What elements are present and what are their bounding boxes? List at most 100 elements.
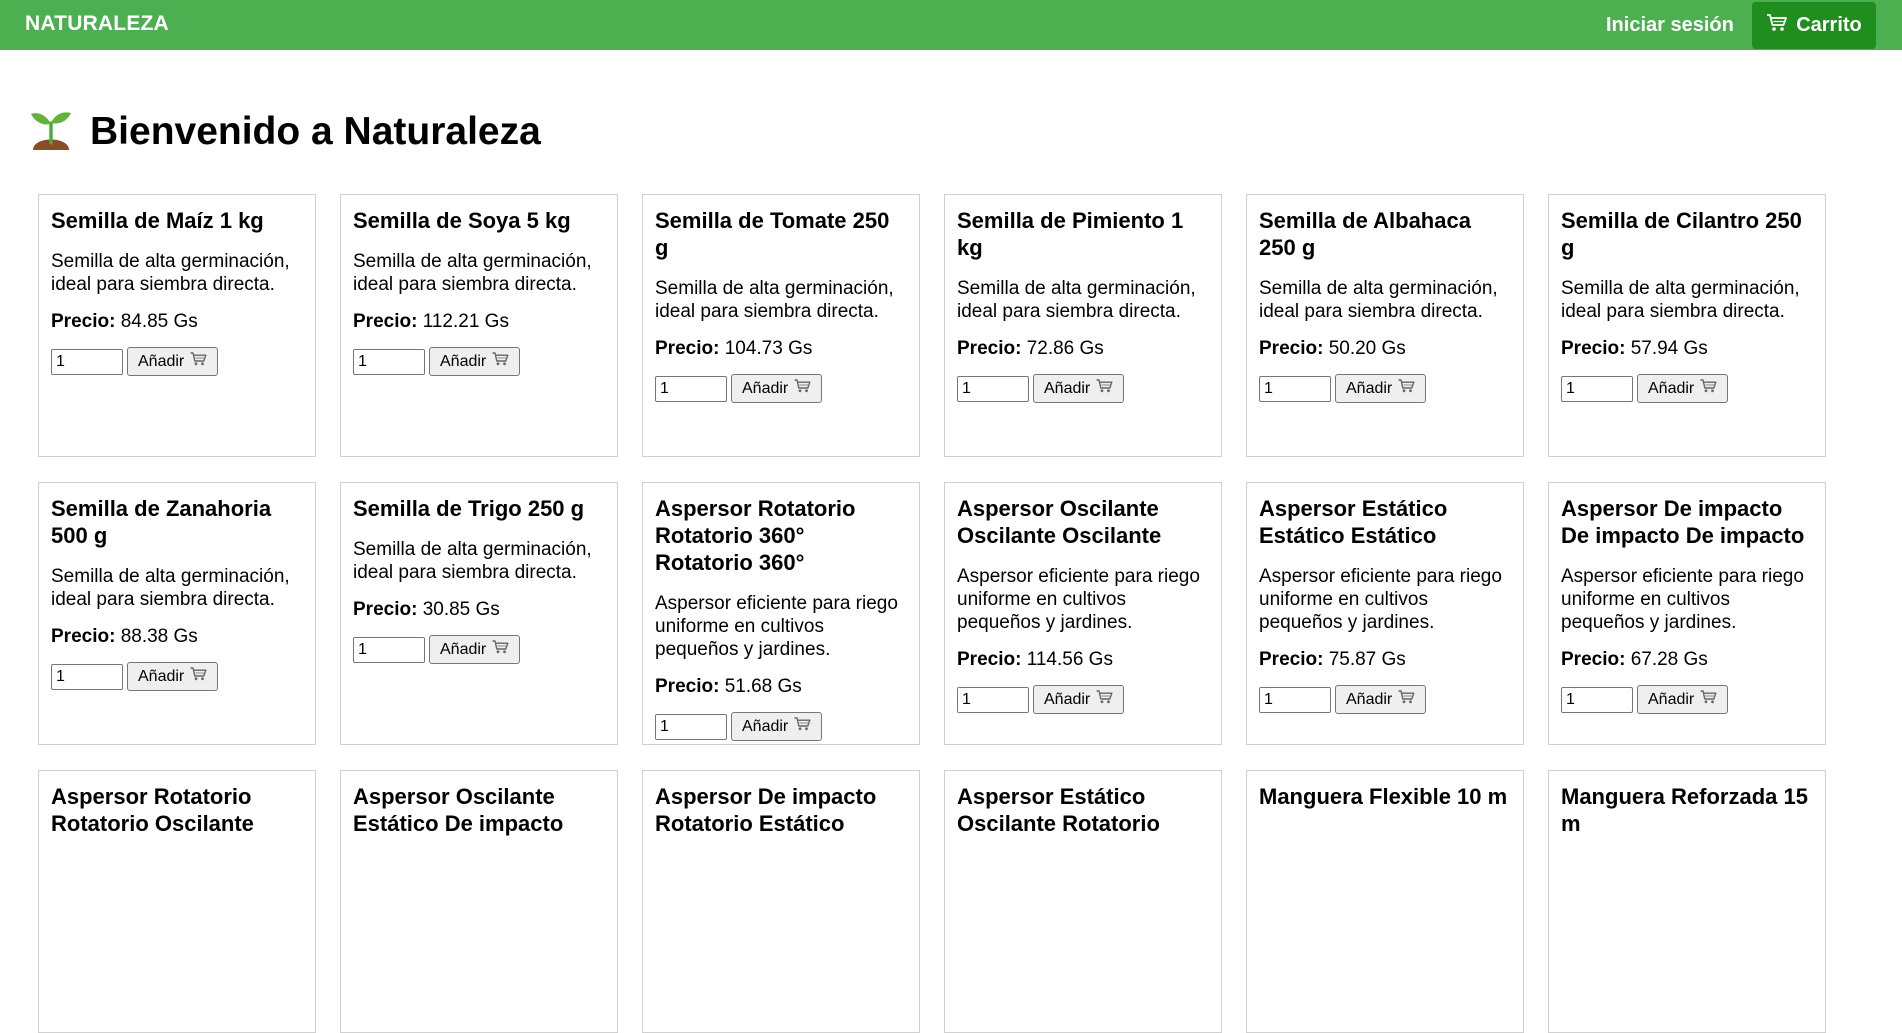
quantity-input[interactable]: [353, 348, 425, 375]
quantity-input[interactable]: [353, 636, 425, 663]
cart-button-label: Carrito: [1796, 14, 1862, 36]
product-description: Semilla de alta germinación, ideal para …: [51, 566, 290, 610]
quantity-input[interactable]: [1561, 375, 1633, 402]
product-price: Precio: 112.21 Gs: [353, 310, 605, 333]
cart-button[interactable]: Carrito: [1752, 2, 1876, 49]
product-name: Semilla de Maíz 1 kg: [51, 208, 264, 233]
price-value: 88.38 Gs: [120, 626, 198, 647]
price-label: Precio:: [1561, 338, 1626, 359]
quantity-input[interactable]: [957, 375, 1029, 402]
quantity-input[interactable]: [655, 375, 727, 402]
cart-icon: [1096, 379, 1113, 398]
price-value: 30.85 Gs: [422, 599, 500, 620]
product-grid: Semilla de Maíz 1 kg Semilla de alta germ…: [38, 194, 1838, 1033]
price-value: 84.85 Gs: [120, 311, 198, 332]
price-value: 112.21 Gs: [422, 311, 509, 332]
product-name: Aspersor Rotatorio Rotatorio 360° Rotato…: [655, 496, 856, 575]
add-to-cart-row: Añadir: [1561, 685, 1813, 714]
add-to-cart-button[interactable]: Añadir: [731, 712, 823, 741]
product-description: Semilla de alta germinación, ideal para …: [957, 278, 1196, 322]
price-label: Precio:: [353, 311, 418, 332]
product-name: Aspersor Estático Estático Estático: [1259, 496, 1448, 548]
product-name: Aspersor Oscilante Oscilante Oscilante: [957, 496, 1162, 548]
product-card: Aspersor Rotatorio Rotatorio Oscilante: [38, 770, 316, 1033]
add-button-label: Añadir: [1044, 690, 1091, 708]
product-name: Semilla de Albahaca 250 g: [1259, 208, 1471, 260]
product-description: Semilla de alta germinación, ideal para …: [353, 251, 592, 295]
product-card: Aspersor De impacto De impacto De impact…: [1548, 482, 1826, 745]
product-card: Aspersor De impacto Rotatorio Estático: [642, 770, 920, 1033]
price-value: 72.86 Gs: [1026, 338, 1104, 359]
product-description: Semilla de alta germinación, ideal para …: [1561, 278, 1800, 322]
quantity-input[interactable]: [957, 686, 1029, 713]
product-price: Precio: 72.86 Gs: [957, 337, 1209, 360]
product-name: Semilla de Cilantro 250 g: [1561, 208, 1802, 260]
price-label: Precio:: [655, 338, 720, 359]
product-card: Semilla de Maíz 1 kg Semilla de alta germ…: [38, 194, 316, 457]
product-price: Precio: 114.56 Gs: [957, 648, 1209, 671]
brand-logo-text[interactable]: NATURALEZA: [25, 12, 169, 36]
seedling-icon: [30, 109, 72, 156]
product-name: Semilla de Soya 5 kg: [353, 208, 571, 233]
quantity-input[interactable]: [1259, 375, 1331, 402]
product-card: Aspersor Oscilante Oscilante Oscilante As…: [944, 482, 1222, 745]
quantity-input[interactable]: [1561, 686, 1633, 713]
cart-icon: [1700, 690, 1717, 709]
price-label: Precio:: [51, 311, 116, 332]
price-label: Precio:: [655, 676, 720, 697]
add-to-cart-button[interactable]: Añadir: [127, 347, 219, 376]
add-button-label: Añadir: [1346, 379, 1393, 397]
product-card: Semilla de Trigo 250 g Semilla de alta ge…: [340, 482, 618, 745]
add-button-label: Añadir: [1044, 379, 1091, 397]
quantity-input[interactable]: [655, 713, 727, 740]
price-label: Precio:: [353, 599, 418, 620]
add-button-label: Añadir: [440, 352, 487, 370]
add-to-cart-button[interactable]: Añadir: [1637, 374, 1729, 403]
product-card: Semilla de Albahaca 250 g Semilla de alta…: [1246, 194, 1524, 457]
add-to-cart-button[interactable]: Añadir: [127, 662, 219, 691]
add-to-cart-row: Añadir: [655, 374, 907, 403]
price-value: 50.20 Gs: [1328, 338, 1406, 359]
quantity-input[interactable]: [51, 348, 123, 375]
add-to-cart-button[interactable]: Añadir: [1335, 374, 1427, 403]
product-description: Semilla de alta germinación, ideal para …: [655, 278, 894, 322]
price-value: 57.94 Gs: [1630, 338, 1708, 359]
product-card: Semilla de Cilantro 250 g Semilla de alta…: [1548, 194, 1826, 457]
navbar: NATURALEZA Iniciar sesión Carrito: [0, 0, 1902, 50]
product-card: Semilla de Soya 5 kg Semilla de alta germ…: [340, 194, 618, 457]
price-label: Precio:: [51, 626, 116, 647]
product-description: Aspersor eficiente para riego uniforme e…: [1561, 566, 1804, 633]
add-to-cart-row: Añadir: [51, 662, 303, 691]
add-to-cart-button[interactable]: Añadir: [1033, 685, 1125, 714]
add-to-cart-button[interactable]: Añadir: [731, 374, 823, 403]
add-to-cart-row: Añadir: [957, 685, 1209, 714]
add-to-cart-button[interactable]: Añadir: [1637, 685, 1729, 714]
add-to-cart-row: Añadir: [353, 347, 605, 376]
product-name: Manguera Reforzada 15 m: [1561, 784, 1808, 836]
product-price: Precio: 67.28 Gs: [1561, 648, 1813, 671]
login-link[interactable]: Iniciar sesión: [1606, 14, 1734, 37]
add-button-label: Añadir: [1346, 690, 1393, 708]
quantity-input[interactable]: [1259, 686, 1331, 713]
add-to-cart-button[interactable]: Añadir: [429, 635, 521, 664]
product-name: Aspersor Rotatorio Rotatorio Oscilante: [51, 784, 254, 836]
add-to-cart-button[interactable]: Añadir: [1335, 685, 1427, 714]
product-description: Aspersor eficiente para riego uniforme e…: [957, 566, 1200, 633]
product-name: Semilla de Pimiento 1 kg: [957, 208, 1184, 260]
add-button-label: Añadir: [440, 640, 487, 658]
product-name: Aspersor De impacto Rotatorio Estático: [655, 784, 877, 836]
price-label: Precio:: [957, 338, 1022, 359]
add-to-cart-button[interactable]: Añadir: [1033, 374, 1125, 403]
add-to-cart-row: Añadir: [655, 712, 907, 741]
add-button-label: Añadir: [742, 379, 789, 397]
add-to-cart-button[interactable]: Añadir: [429, 347, 521, 376]
quantity-input[interactable]: [51, 663, 123, 690]
cart-icon: [1766, 13, 1788, 39]
add-to-cart-row: Añadir: [353, 635, 605, 664]
price-value: 104.73 Gs: [724, 338, 813, 359]
product-description: Aspersor eficiente para riego uniforme e…: [1259, 566, 1502, 633]
product-price: Precio: 51.68 Gs: [655, 675, 907, 698]
product-name: Manguera Flexible 10 m: [1259, 784, 1508, 809]
product-name: Aspersor De impacto De impacto De impact…: [1561, 496, 1805, 548]
product-price: Precio: 84.85 Gs: [51, 310, 303, 333]
